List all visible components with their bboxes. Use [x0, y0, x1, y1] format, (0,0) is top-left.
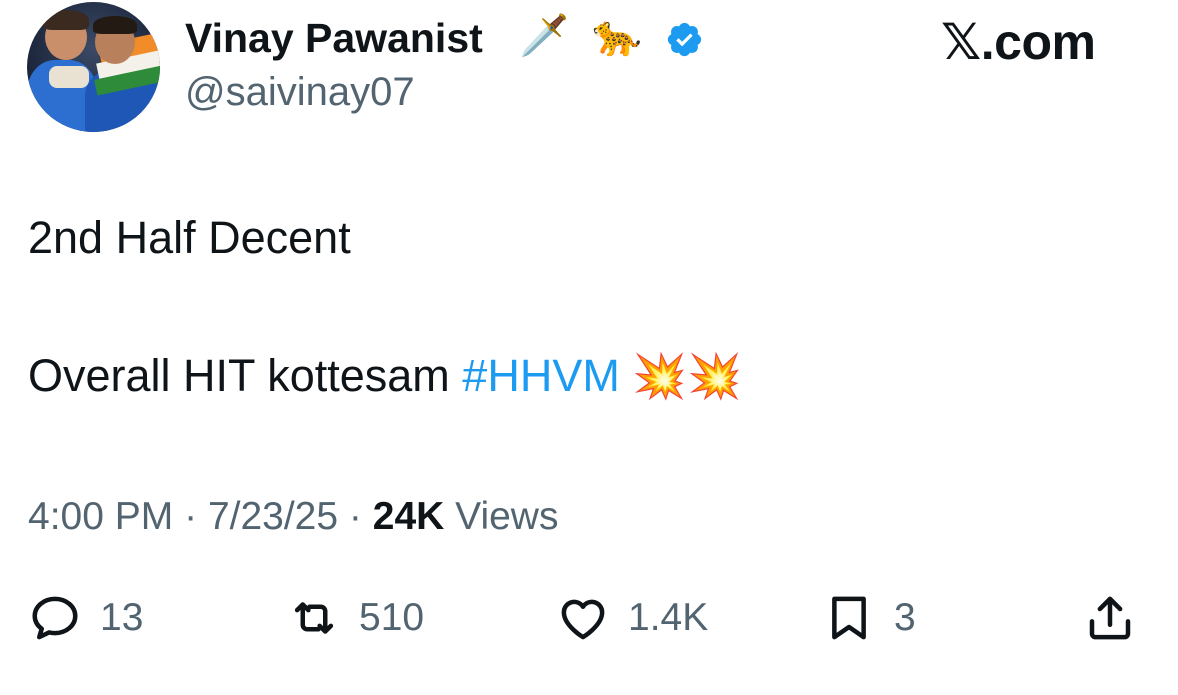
user-handle[interactable]: @saivinay07: [185, 68, 415, 116]
tweet-meta: 4:00 PM · 7/23/25 · 24K Views: [28, 494, 558, 540]
like-button[interactable]: 1.4K: [556, 590, 708, 646]
collision-icon: 💥💥: [632, 351, 742, 402]
avatar-hair: [43, 10, 89, 30]
verified-badge-icon[interactable]: [665, 20, 704, 59]
meta-separator: ·: [184, 495, 198, 538]
tweet-line-1: 2nd Half Decent: [28, 212, 351, 263]
avatar[interactable]: [27, 2, 160, 132]
heart-icon: [561, 599, 605, 640]
avatar-glove: [49, 66, 89, 88]
bookmark-button[interactable]: 3: [822, 590, 916, 646]
tweet-line-2: Overall HIT kottesam #HHVM 💥💥: [28, 350, 742, 403]
x-logo: 𝕏.com: [941, 14, 1096, 70]
share-icon: [1089, 596, 1131, 640]
repost-icon: [294, 602, 334, 634]
reply-icon: [32, 596, 78, 640]
views-count: 24K: [372, 495, 445, 538]
repost-button[interactable]: 510: [287, 590, 424, 646]
reply-count: 13: [100, 596, 144, 639]
like-count: 1.4K: [628, 596, 709, 639]
views-label: Views: [455, 495, 559, 538]
hashtag-link[interactable]: #HHVM: [462, 350, 620, 401]
repost-count: 510: [359, 596, 425, 639]
tweet-time[interactable]: 4:00 PM: [28, 495, 173, 538]
display-name[interactable]: Vinay Pawanist: [185, 14, 483, 62]
bookmark-icon: [832, 596, 866, 640]
share-button[interactable]: [1083, 590, 1137, 646]
dagger-icon: 🗡️: [519, 13, 569, 59]
leopard-icon: 🐆: [592, 13, 642, 59]
meta-separator: ·: [348, 495, 362, 538]
tweet-date[interactable]: 7/23/25: [208, 495, 338, 538]
tweet-text: Overall HIT kottesam: [28, 350, 463, 401]
avatar-hair: [93, 16, 137, 34]
reply-button[interactable]: 13: [28, 590, 143, 646]
bookmark-count: 3: [894, 596, 916, 639]
